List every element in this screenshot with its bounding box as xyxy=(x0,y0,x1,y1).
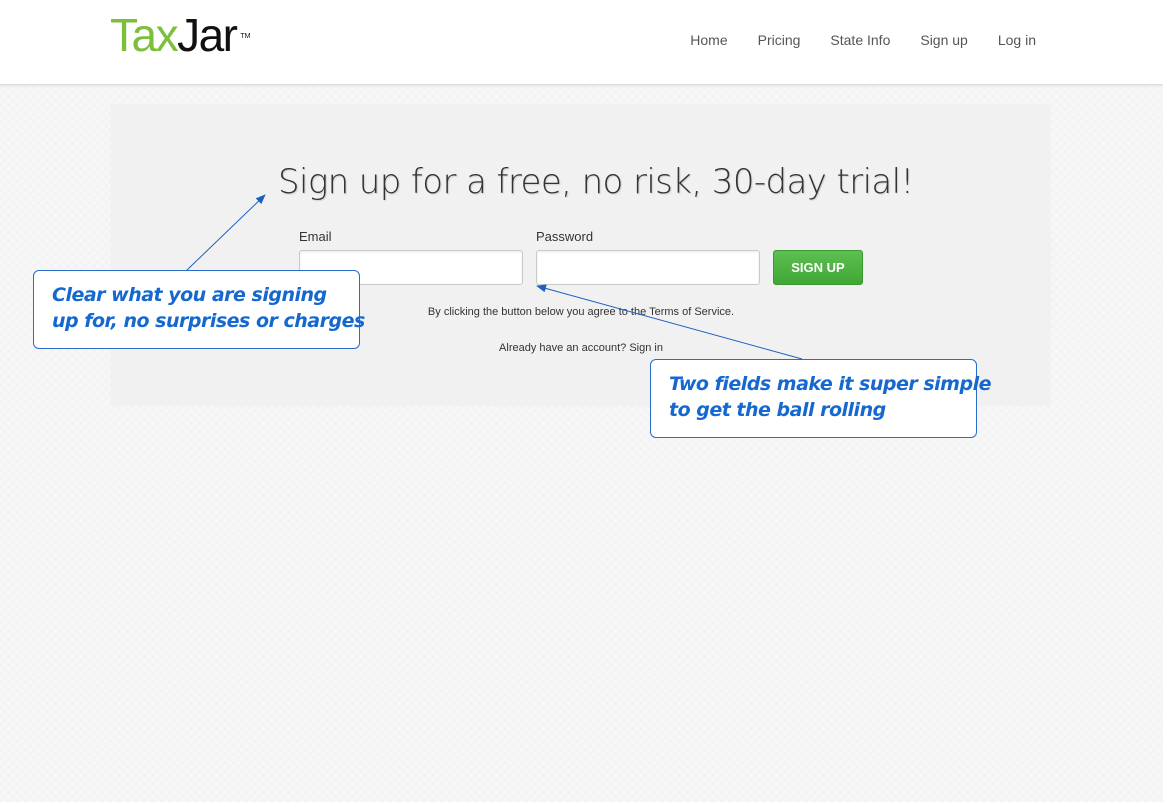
sign-up-button[interactable]: SIGN UP xyxy=(773,250,863,285)
taxjar-logo[interactable]: TaxJar TM xyxy=(110,9,251,61)
logo-jar: Jar xyxy=(177,9,238,61)
terms-prefix: By clicking the button below you agree t… xyxy=(427,306,650,318)
logo-trademark: TM xyxy=(240,33,251,40)
email-label: Email xyxy=(299,229,332,244)
password-field[interactable] xyxy=(536,250,760,285)
callout-clear-offer: Clear what you are signing up for, no su… xyxy=(33,270,365,349)
already-text: Already have an account? xyxy=(499,342,630,354)
terms-suffix: . xyxy=(731,306,735,318)
callout-2-line-2: to get the ball rolling xyxy=(669,399,886,421)
sign-in-link[interactable]: Sign in xyxy=(629,342,663,354)
terms-of-service-link[interactable]: Terms of Service xyxy=(649,306,731,318)
nav-log-in[interactable]: Log in xyxy=(983,31,1036,49)
callout-1-line-2: up for, no surprises or charges xyxy=(52,310,365,332)
callout-1-line-1: Clear what you are signing xyxy=(52,284,327,306)
nav-home[interactable]: Home xyxy=(675,31,742,49)
callout-2-line-1: Two fields make it super simple xyxy=(669,373,991,395)
nav-pricing[interactable]: Pricing xyxy=(743,31,816,49)
logo-tax: Tax xyxy=(110,9,179,61)
password-label: Password xyxy=(536,229,594,244)
page-title: Sign up for a free, no risk, 30-day tria… xyxy=(278,162,914,202)
site-header: TaxJar TM Home Pricing State Info Sign up… xyxy=(0,0,1163,85)
nav-state-info[interactable]: State Info xyxy=(815,31,905,49)
callout-two-fields: Two fields make it super simple to get t… xyxy=(650,359,991,438)
nav-sign-up[interactable]: Sign up xyxy=(905,31,982,49)
main-nav: Home Pricing State Info Sign up Log in xyxy=(675,31,1036,49)
